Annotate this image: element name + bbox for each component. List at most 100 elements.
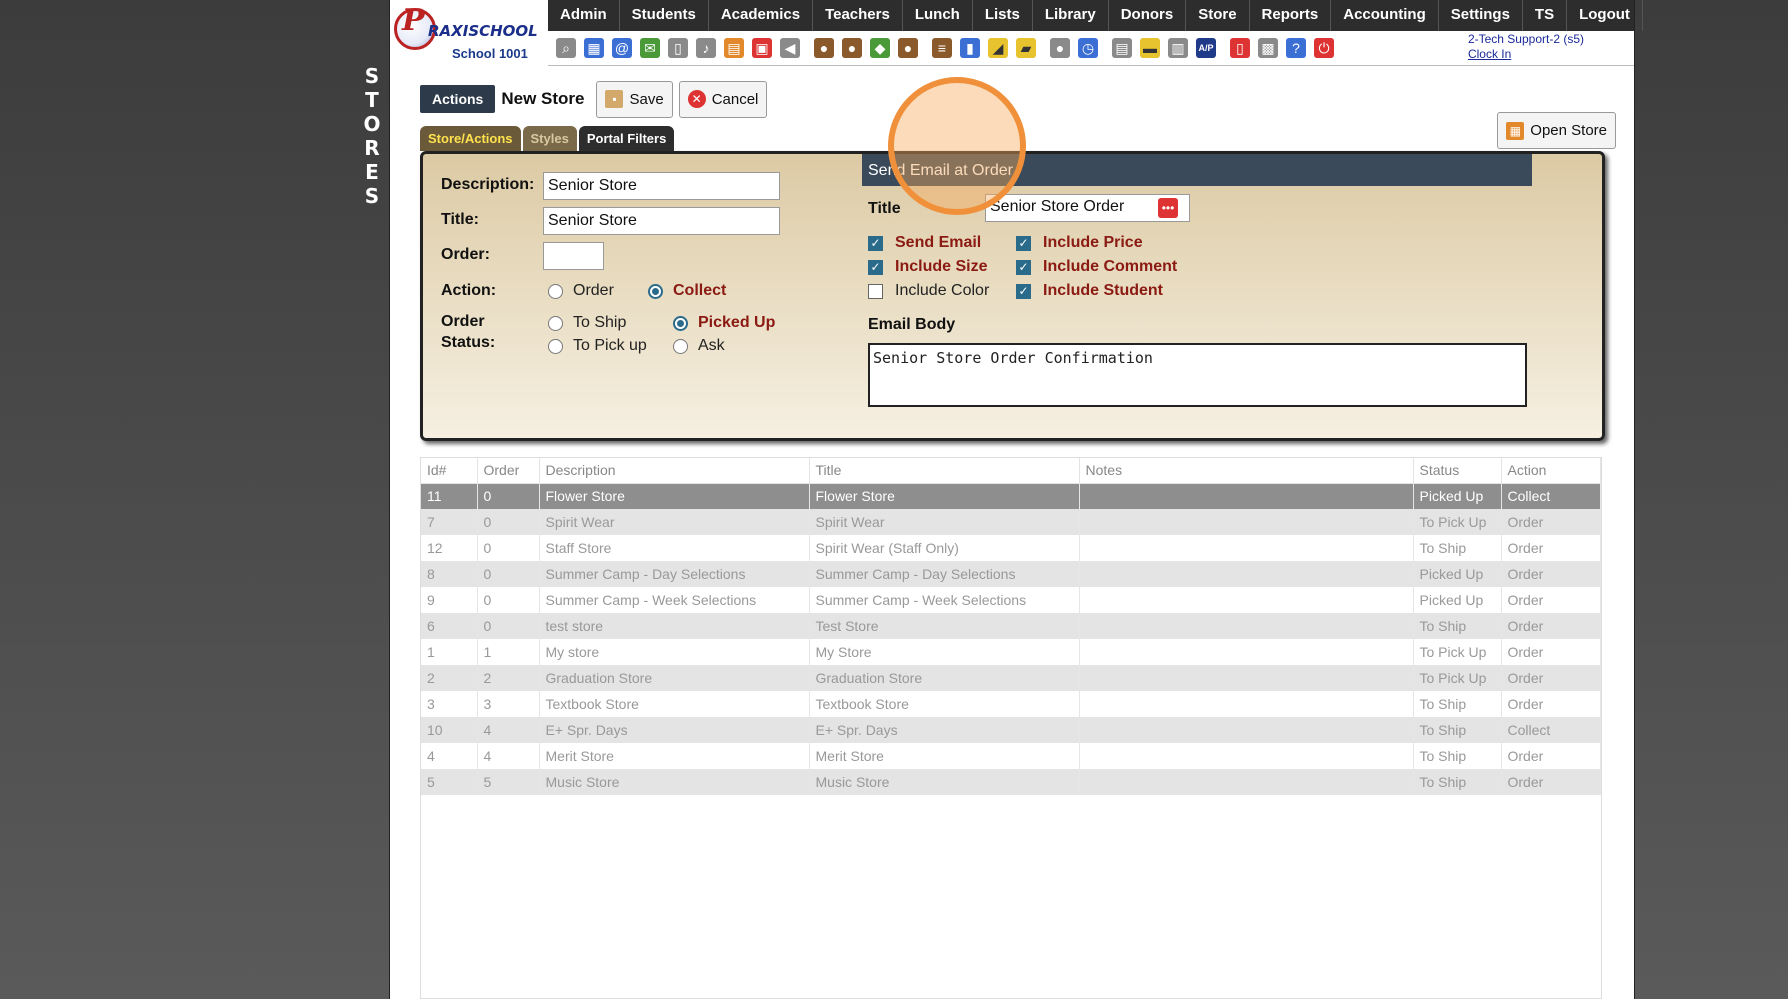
description-label: Description: (441, 176, 535, 193)
nav-students[interactable]: Students (620, 0, 709, 31)
col-id[interactable]: Id# (421, 458, 478, 484)
include-student-checkbox[interactable]: ✓ Include Student (1016, 282, 1163, 300)
megaphone-icon[interactable]: ◀ (780, 38, 800, 58)
col-order[interactable]: Order (477, 458, 540, 484)
more-options-icon[interactable]: ••• (1158, 198, 1178, 218)
open-store-button[interactable]: ▦ Open Store (1497, 112, 1616, 149)
col-action[interactable]: Action (1501, 458, 1601, 484)
table-row[interactable]: 5 5 Music Store Music Store To Ship Order (421, 769, 1601, 795)
user-icon[interactable]: ● (814, 38, 834, 58)
speaker-icon[interactable]: ♪ (696, 38, 716, 58)
table-row[interactable]: 9 0 Summer Camp - Week Selections Summer Ca… (421, 587, 1601, 613)
include-price-label: Include Price (1043, 234, 1143, 251)
col-status[interactable]: Status (1413, 458, 1502, 484)
save-button[interactable]: ▪ Save (596, 80, 673, 118)
action-radio-order[interactable]: Order (548, 282, 614, 300)
status-radio-picked-up[interactable]: Picked Up (673, 314, 775, 332)
cell-id: 4 (421, 743, 478, 769)
table-row[interactable]: 10 4 E+ Spr. Days E+ Spr. Days To Ship Collec… (421, 717, 1601, 743)
nav-lunch[interactable]: Lunch (903, 0, 973, 31)
action-radio-collect-label: Collect (673, 282, 727, 299)
include-price-checkbox[interactable]: ✓ Include Price (1016, 234, 1143, 252)
nav-logout[interactable]: Logout (1567, 0, 1643, 31)
ap-icon[interactable]: A/P (1196, 38, 1216, 58)
cancel-button[interactable]: ✕ Cancel (678, 80, 768, 118)
col-notes[interactable]: Notes (1079, 458, 1414, 484)
nav-teachers[interactable]: Teachers (813, 0, 903, 31)
table-row[interactable]: 6 0 test store Test Store To Ship Order (421, 613, 1601, 639)
nav-library[interactable]: Library (1033, 0, 1109, 31)
clock-in-link[interactable]: Clock In (1468, 47, 1584, 62)
clock-icon[interactable]: ◷ (1078, 38, 1098, 58)
tag-icon[interactable]: ◆ (870, 38, 890, 58)
table-row[interactable]: 4 4 Merit Store Merit Store To Ship Order (421, 743, 1601, 769)
email-title-field[interactable]: Senior Store Order ••• (985, 194, 1190, 222)
table-row[interactable]: 1 1 My store My Store To Pick Up Order (421, 639, 1601, 665)
description-input[interactable] (543, 172, 780, 200)
nav-donors[interactable]: Donors (1109, 0, 1187, 31)
calendar-grid-icon[interactable]: ▦ (584, 38, 604, 58)
document-icon[interactable]: ▤ (1112, 38, 1132, 58)
nav-accounting[interactable]: Accounting (1331, 0, 1439, 31)
table-row[interactable]: 11 0 Flower Store Flower Store Picked Up Coll… (421, 483, 1601, 509)
nav-lists[interactable]: Lists (973, 0, 1033, 31)
floppy-disk-icon: ▪ (605, 90, 624, 108)
users-icon[interactable]: ● (898, 38, 918, 58)
status-radio-ask[interactable]: Ask (673, 337, 725, 355)
praxischool-logo[interactable]: P RAXISCHOOL School 1001 (390, 0, 548, 66)
pdf-icon[interactable]: ▯ (1230, 38, 1250, 58)
card-icon[interactable]: ▬ (1140, 38, 1160, 58)
calendar-icon[interactable]: ▣ (752, 38, 772, 58)
actions-menu[interactable]: Actions (420, 85, 496, 113)
order-input[interactable] (543, 242, 604, 270)
printer-icon[interactable]: ▥ (1168, 38, 1188, 58)
book-icon[interactable]: ▮ (960, 38, 980, 58)
user-alt-icon[interactable]: ● (842, 38, 862, 58)
nav-ts[interactable]: TS (1523, 0, 1568, 31)
status-radio-to-pick-up[interactable]: To Pick up (548, 337, 647, 355)
help-icon[interactable]: ? (1286, 38, 1306, 58)
stores-table: Id# Order Description Title Notes Status… (420, 457, 1602, 999)
hamburger-icon[interactable]: ≡ (932, 38, 952, 58)
cell-status: Picked Up (1413, 561, 1502, 587)
col-title[interactable]: Title (809, 458, 1080, 484)
power-icon[interactable]: ⏻ (1314, 38, 1334, 58)
mobile-icon[interactable]: ▯ (668, 38, 688, 58)
table-row[interactable]: 7 0 Spirit Wear Spirit Wear To Pick Up Order (421, 509, 1601, 535)
title-input[interactable] (543, 207, 780, 235)
nav-academics[interactable]: Academics (709, 0, 814, 31)
note-icon[interactable]: ▰ (1016, 38, 1036, 58)
contact-icon[interactable]: ● (1050, 38, 1070, 58)
nav-admin[interactable]: Admin (548, 0, 620, 31)
table-row[interactable]: 2 2 Graduation Store Graduation Store To Pic… (421, 665, 1601, 691)
table-icon[interactable]: ▤ (724, 38, 744, 58)
send-email-checkbox[interactable]: ✓ Send Email (868, 234, 981, 252)
table-row[interactable]: 8 0 Summer Camp - Day Selections Summer Cam… (421, 561, 1601, 587)
nav-reports[interactable]: Reports (1250, 0, 1332, 31)
include-color-checkbox[interactable]: Include Color (868, 282, 989, 300)
nav-settings[interactable]: Settings (1439, 0, 1523, 31)
user-name: 2-Tech Support-2 (s5) (1467, 32, 1584, 46)
bell-icon[interactable]: ◢ (988, 38, 1008, 58)
status-radio-to-ship[interactable]: To Ship (548, 314, 626, 332)
include-comment-checkbox[interactable]: ✓ Include Comment (1016, 258, 1177, 276)
tab-portal-filters[interactable]: Portal Filters (578, 126, 675, 151)
cell-action: Order (1501, 535, 1601, 561)
action-radio-collect[interactable]: Collect (648, 282, 726, 300)
logo-letter: P (402, 3, 425, 38)
email-body-textarea[interactable]: Senior Store Order Confirmation (868, 343, 1527, 407)
cell-action: Order (1501, 743, 1601, 769)
at-sign-icon[interactable]: @ (612, 38, 632, 58)
search-icon[interactable]: ⌕ (556, 38, 576, 58)
money-icon[interactable]: ▩ (1258, 38, 1278, 58)
chat-icon[interactable]: ✉ (640, 38, 660, 58)
nav-store[interactable]: Store (1186, 0, 1250, 31)
include-size-checkbox[interactable]: ✓ Include Size (868, 258, 987, 276)
cell-order: 4 (477, 743, 540, 769)
table-row[interactable]: 12 0 Staff Store Spirit Wear (Staff Only) To… (421, 535, 1601, 561)
col-description[interactable]: Description (539, 458, 810, 484)
table-row[interactable]: 3 3 Textbook Store Textbook Store To Ship Ord… (421, 691, 1601, 717)
cell-status: To Ship (1413, 535, 1502, 561)
tab-styles[interactable]: Styles (522, 126, 577, 151)
tab-store-actions[interactable]: Store/Actions (420, 126, 521, 151)
